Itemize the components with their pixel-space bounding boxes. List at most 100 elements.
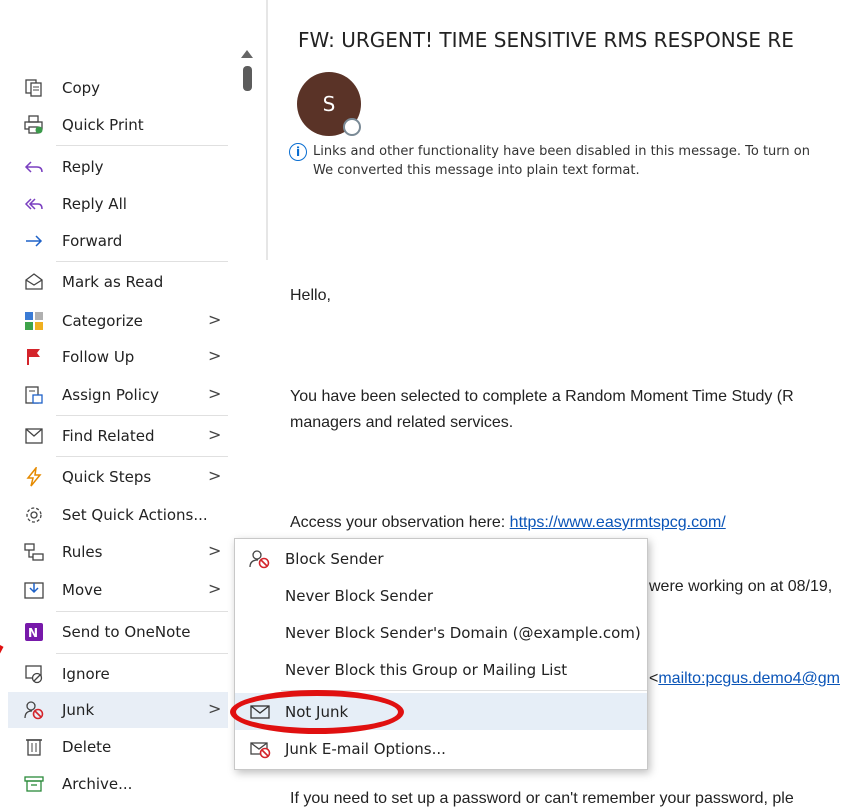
submenu-item-never-block-sender[interactable]: Never Block Sender [235, 577, 647, 614]
submenu-item-block-sender[interactable]: Block Sender [235, 540, 647, 577]
email-bottom-line: If you need to set up a password or can'… [290, 790, 794, 807]
categorize-icon [25, 312, 43, 330]
ignore-icon [25, 665, 43, 684]
submenu-arrow-icon: > [208, 425, 222, 444]
menu-item-send-to-onenote[interactable]: N Send to OneNote [8, 614, 228, 650]
submenu-arrow-icon: > [208, 346, 222, 365]
menu-item-set-quick-actions[interactable]: Set Quick Actions... [8, 497, 228, 533]
menu-label-move: Move [62, 581, 103, 599]
submenu-item-never-block-group[interactable]: Never Block this Group or Mailing List [235, 651, 647, 688]
find-related-icon [25, 428, 43, 444]
reply-all-icon [24, 198, 43, 210]
mark-read-icon [25, 273, 43, 290]
menu-label-rules: Rules [62, 543, 103, 561]
menu-item-copy[interactable]: Copy [8, 70, 228, 106]
menu-item-delete[interactable]: Delete [8, 729, 228, 765]
menu-label-send-to-onenote: Send to OneNote [62, 623, 191, 641]
scroll-up-arrow-icon[interactable] [241, 50, 253, 58]
menu-item-quick-steps[interactable]: Quick Steps > [8, 459, 228, 495]
submenu-arrow-icon: > [208, 384, 222, 403]
menu-label-junk: Junk [62, 701, 95, 719]
menu-label-follow-up: Follow Up [62, 348, 135, 366]
menu-item-assign-policy[interactable]: Assign Policy > [8, 377, 228, 413]
menu-item-reply[interactable]: Reply [8, 149, 228, 185]
flag-icon [27, 349, 40, 365]
menu-item-quick-print[interactable]: Quick Print [8, 107, 228, 143]
block-sender-icon [249, 550, 270, 569]
email-paragraph-line-2: managers and related services. [290, 414, 514, 431]
copy-icon [25, 79, 42, 97]
trash-icon [26, 739, 42, 756]
menu-item-forward[interactable]: Forward [8, 223, 228, 259]
submenu-item-never-block-domain[interactable]: Never Block Sender's Domain (@example.co… [235, 614, 647, 651]
info-icon: i [289, 143, 307, 161]
menu-item-move[interactable]: Move > [8, 572, 228, 608]
gear-icon [26, 507, 42, 523]
presence-status-icon [343, 118, 361, 136]
submenu-item-junk-email-options[interactable]: Junk E-mail Options... [235, 730, 647, 767]
access-link[interactable]: https://www.easyrmtspcg.com/ [510, 514, 726, 531]
email-greeting: Hello, [290, 287, 331, 304]
info-bar-line-1[interactable]: Links and other functionality have been … [313, 144, 810, 159]
menu-separator [56, 456, 228, 457]
assign-policy-icon [25, 386, 43, 404]
panel-divider[interactable] [266, 0, 268, 260]
submenu-label-block-sender: Block Sender [285, 550, 384, 568]
submenu-arrow-icon: > [208, 310, 222, 329]
submenu-arrow-icon: > [208, 699, 222, 718]
menu-item-find-related[interactable]: Find Related > [8, 418, 228, 454]
menu-separator [56, 415, 228, 416]
menu-label-forward: Forward [62, 232, 123, 250]
junk-submenu: Block Sender Never Block Sender Never Bl… [234, 538, 648, 770]
submenu-arrow-icon: > [208, 541, 222, 560]
access-line: Access your observation here: https://ww… [290, 514, 726, 532]
annotation-circle [230, 690, 404, 734]
menu-separator [56, 611, 228, 612]
menu-item-rules[interactable]: Rules > [8, 534, 228, 570]
archive-icon [24, 776, 44, 792]
reply-icon [24, 161, 43, 173]
menu-label-delete: Delete [62, 738, 112, 756]
menu-label-copy: Copy [62, 79, 101, 97]
menu-label-quick-print: Quick Print [62, 116, 144, 134]
menu-label-mark-as-read: Mark as Read [62, 273, 164, 291]
menu-label-quick-steps: Quick Steps [62, 468, 152, 486]
menu-label-archive: Archive... [62, 775, 133, 793]
menu-label-find-related: Find Related [62, 427, 155, 445]
svg-text:N: N [28, 626, 38, 640]
mailto-line: <mailto:pcgus.demo4@gm [649, 670, 840, 688]
submenu-label-never-block-domain: Never Block Sender's Domain (@example.co… [285, 624, 641, 642]
submenu-label-never-block-sender: Never Block Sender [285, 587, 434, 605]
menu-label-ignore: Ignore [62, 665, 110, 683]
menu-item-reply-all[interactable]: Reply All [8, 186, 228, 222]
onenote-icon: N [25, 623, 43, 641]
lightning-icon [26, 467, 42, 487]
menu-separator [56, 145, 228, 146]
menu-label-reply: Reply [62, 158, 104, 176]
menu-label-categorize: Categorize [62, 312, 143, 330]
menu-item-junk[interactable]: Junk > [8, 692, 228, 728]
menu-item-archive[interactable]: Archive... [8, 766, 228, 802]
junk-options-icon [250, 742, 271, 759]
menu-item-categorize[interactable]: Categorize > [8, 303, 228, 339]
menu-item-ignore[interactable]: Ignore [8, 656, 228, 692]
menu-item-follow-up[interactable]: Follow Up > [8, 339, 228, 375]
access-text: Access your observation here: [290, 514, 510, 531]
context-menu: Copy Quick Print Reply Reply All Forward… [8, 68, 228, 802]
menu-separator [56, 653, 228, 654]
email-paragraph-line-1: You have been selected to complete a Ran… [290, 388, 794, 405]
forward-icon [26, 235, 43, 247]
submenu-label-never-block-group: Never Block this Group or Mailing List [285, 661, 568, 679]
junk-icon [24, 701, 44, 720]
menu-separator [56, 261, 228, 262]
menu-label-reply-all: Reply All [62, 195, 127, 213]
quick-print-icon [24, 115, 43, 134]
avatar-initial: S [322, 92, 336, 116]
mailto-link[interactable]: mailto:pcgus.demo4@gm [658, 670, 840, 687]
scroll-thumb[interactable] [243, 66, 252, 91]
move-icon [24, 582, 44, 599]
submenu-arrow-icon: > [208, 466, 222, 485]
email-partial-line: were working on at 08/19, [649, 578, 833, 595]
menu-label-assign-policy: Assign Policy [62, 386, 160, 404]
menu-item-mark-as-read[interactable]: Mark as Read [8, 264, 228, 300]
